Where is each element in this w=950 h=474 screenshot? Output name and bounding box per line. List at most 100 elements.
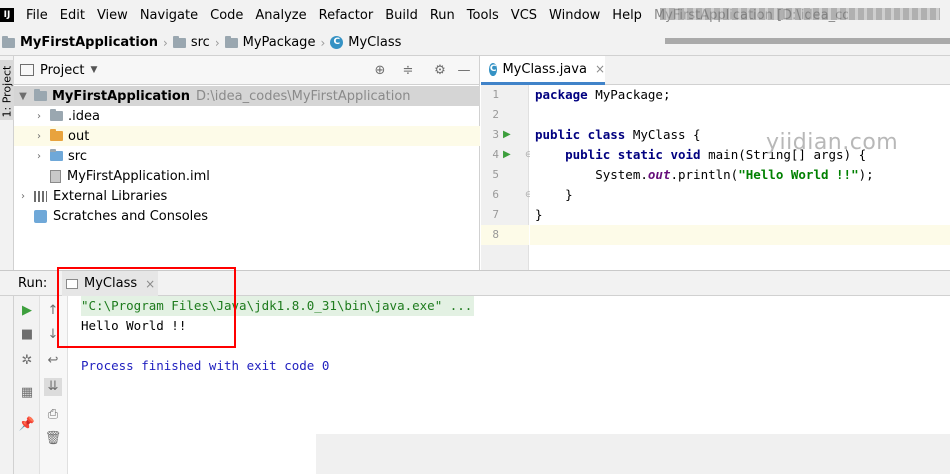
- gear-icon[interactable]: ⚙: [432, 63, 448, 79]
- code-text: );: [858, 167, 874, 182]
- menu-tools[interactable]: Tools: [461, 8, 505, 23]
- breadcrumb-project[interactable]: MyFirstApplication: [2, 35, 158, 50]
- project-folder-icon: [2, 35, 15, 48]
- code-text: .println(: [670, 167, 739, 182]
- layout-icon[interactable]: ▦: [18, 384, 36, 402]
- project-panel: Project ▼ ⊕ ≑ ⚙ — ▼ MyFirstApplication D…: [14, 56, 480, 270]
- tree-item-label: Scratches and Consoles: [53, 208, 209, 224]
- tree-item-label: src: [68, 148, 87, 164]
- menu-view[interactable]: View: [91, 8, 134, 23]
- chevron-right-icon: ›: [163, 35, 168, 50]
- folder-icon: [50, 109, 63, 121]
- code-editor[interactable]: package MyPackage; public class MyClass …: [530, 85, 950, 270]
- menu-refactor[interactable]: Refactor: [313, 8, 380, 23]
- dump-threads-icon[interactable]: ✲: [18, 352, 36, 370]
- line-number: 3: [492, 128, 499, 141]
- console-bottom-area: [316, 434, 950, 474]
- line-number: 7: [492, 208, 499, 221]
- module-file-icon: [50, 169, 61, 183]
- close-icon[interactable]: ×: [145, 277, 155, 291]
- class-icon: C: [330, 36, 344, 49]
- code-line-6: }: [535, 187, 573, 202]
- code-line-1: package MyPackage;: [535, 85, 670, 105]
- intellij-logo-icon: IJ: [0, 8, 14, 22]
- menu-vcs[interactable]: VCS: [505, 8, 543, 23]
- tree-item-label: MyFirstApplication.iml: [67, 168, 210, 184]
- project-tool-tab[interactable]: 1: Project: [0, 60, 14, 120]
- rerun-icon[interactable]: ▶: [18, 302, 36, 320]
- menu-build[interactable]: Build: [379, 8, 424, 23]
- left-tool-strip-lower: [0, 296, 14, 474]
- tree-item-idea[interactable]: › .idea: [14, 106, 480, 126]
- code-text: System.: [535, 167, 648, 182]
- keyword: package: [535, 87, 588, 102]
- editor-tab-myclass[interactable]: C MyClass.java ×: [481, 56, 605, 85]
- line-number: 2: [492, 108, 499, 121]
- menu-help[interactable]: Help: [606, 8, 648, 23]
- chevron-right-icon: ›: [214, 35, 220, 50]
- line-number: 1: [492, 88, 499, 101]
- breadcrumb-src[interactable]: src: [172, 35, 210, 50]
- arrow-down-icon[interactable]: ↓: [44, 326, 62, 344]
- breadcrumb: MyFirstApplication › src › MyPackage › C…: [0, 30, 950, 56]
- locate-icon[interactable]: ⊕: [372, 63, 388, 79]
- menu-edit[interactable]: Edit: [54, 8, 91, 23]
- close-icon[interactable]: ×: [595, 62, 605, 76]
- tree-item-src[interactable]: › src: [14, 146, 480, 166]
- menu-code[interactable]: Code: [204, 8, 249, 23]
- breadcrumb-class[interactable]: C MyClass: [330, 35, 401, 50]
- console-icon: [66, 278, 78, 289]
- run-tool-window-header: Run: MyClass ×: [0, 270, 950, 296]
- chevron-right-icon[interactable]: ›: [34, 151, 44, 162]
- menu-analyze[interactable]: Analyze: [249, 8, 312, 23]
- arrow-up-icon[interactable]: ↑: [44, 302, 62, 320]
- code-text: MyClass {: [625, 127, 701, 142]
- breadcrumb-project-label: MyFirstApplication: [20, 35, 159, 50]
- tree-item-iml[interactable]: MyFirstApplication.iml: [14, 166, 480, 186]
- project-panel-title[interactable]: Project: [40, 63, 84, 78]
- tree-item-out[interactable]: › out: [14, 126, 480, 146]
- code-line-5: System.out.println("Hello World !!");: [535, 165, 874, 185]
- scroll-to-end-icon[interactable]: ⇊: [44, 378, 62, 396]
- redacted-toolbar-overlay: [665, 38, 950, 44]
- code-line-3: public class MyClass {: [535, 125, 701, 145]
- tree-item-external-libraries[interactable]: › External Libraries: [14, 186, 480, 206]
- menu-window[interactable]: Window: [543, 8, 606, 23]
- soft-wrap-icon[interactable]: ↩: [44, 352, 62, 370]
- chevron-right-icon[interactable]: ›: [34, 131, 44, 142]
- tree-item-project-root[interactable]: ▼ MyFirstApplication D:\idea_codes\MyFir…: [14, 86, 480, 106]
- stop-icon[interactable]: ■: [18, 326, 36, 344]
- keyword: static: [610, 147, 663, 162]
- tree-item-scratches[interactable]: Scratches and Consoles: [14, 206, 480, 226]
- print-icon[interactable]: ⎙: [44, 406, 62, 424]
- line-number: 8: [492, 228, 499, 241]
- menu-navigate[interactable]: Navigate: [134, 8, 204, 23]
- run-main-icon[interactable]: ▶: [503, 149, 511, 160]
- tree-item-label: out: [68, 128, 90, 144]
- hide-icon[interactable]: —: [456, 63, 472, 79]
- line-number: 4: [492, 148, 499, 161]
- project-panel-header: Project ▼ ⊕ ≑ ⚙ —: [14, 56, 479, 85]
- class-icon: C: [489, 62, 498, 76]
- string-literal: "Hello World !!": [738, 167, 859, 182]
- run-class-icon[interactable]: ▶: [503, 129, 511, 140]
- code-line-7: }: [535, 207, 543, 222]
- chevron-right-icon[interactable]: ›: [34, 111, 44, 122]
- excluded-folder-icon: [50, 129, 63, 141]
- chevron-right-icon[interactable]: ›: [18, 191, 28, 202]
- trash-icon[interactable]: 🗑: [44, 430, 62, 448]
- tree-item-path: D:\idea_codes\MyFirstApplication: [196, 88, 411, 104]
- menu-file[interactable]: File: [20, 8, 54, 23]
- menu-run[interactable]: Run: [424, 8, 461, 23]
- collapse-all-icon[interactable]: ≑: [400, 63, 416, 79]
- chevron-down-icon[interactable]: ▼: [90, 65, 97, 75]
- run-tab-myclass[interactable]: MyClass ×: [62, 271, 158, 296]
- breadcrumb-package[interactable]: MyPackage: [224, 35, 315, 50]
- breadcrumb-src-label: src: [190, 35, 210, 50]
- redacted-title-overlay: [660, 8, 940, 20]
- pin-icon[interactable]: 📌: [18, 416, 36, 434]
- console-exit-message: Process finished with exit code 0: [81, 358, 330, 373]
- keyword: class: [580, 127, 626, 142]
- chevron-down-icon[interactable]: ▼: [18, 91, 28, 102]
- project-folder-icon: [34, 89, 47, 101]
